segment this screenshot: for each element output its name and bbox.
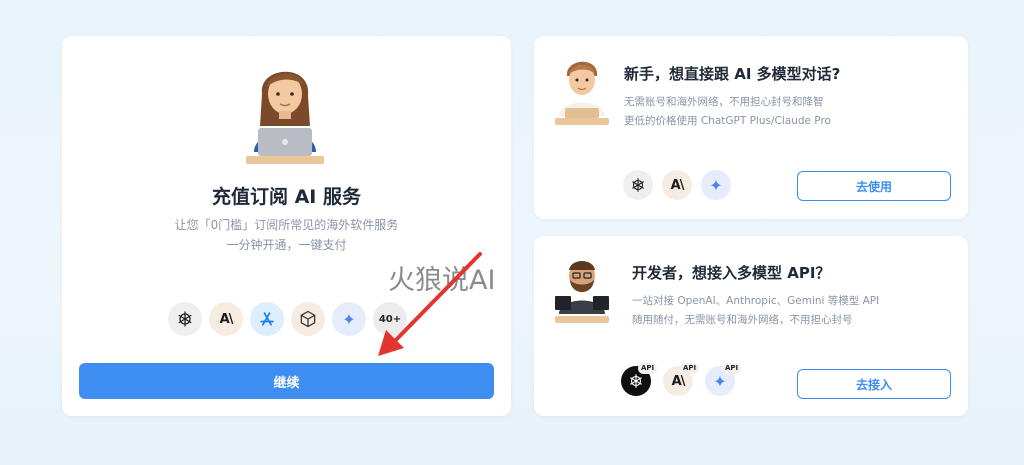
card-title: 新手，想直接跟 AI 多模型对话? <box>624 65 841 83</box>
card-title: 开发者，想接入多模型 API？ <box>632 264 831 282</box>
card-desc-line-1: 一站对接 OpenAI、Anthropic、Gemini 等模型 API <box>632 295 880 307</box>
continue-button[interactable]: 继续 <box>79 363 494 399</box>
woman-laptop-illustration <box>246 71 324 164</box>
go-connect-button[interactable]: 去接入 <box>797 369 951 399</box>
gemini-api-item: ✦ API <box>705 363 742 396</box>
card-desc-line-2: 更低的价格使用 ChatGPT Plus/Claude Pro <box>624 115 831 127</box>
developer-illustration <box>555 261 609 323</box>
anthropic-icon: A\ <box>209 302 243 336</box>
api-badge: API <box>680 363 700 374</box>
subtitle-line-1: 让您「0门槛」订阅所常见的海外软件服务 <box>174 218 399 232</box>
anthropic-icon: A\ <box>662 170 692 200</box>
gemini-sparkle-icon: ✦ <box>701 170 731 200</box>
beginner-chat-card: 新手，想直接跟 AI 多模型对话? 无需账号和海外网络，不用担心封号和降智 更低… <box>534 36 968 219</box>
card-desc-line-1: 无需账号和海外网络，不用担心封号和降智 <box>624 96 824 108</box>
app-store-icon <box>250 302 284 336</box>
card-desc-line-2: 随用随付，无需账号和海外网络，不用担心封号 <box>632 314 853 326</box>
openai-icon <box>168 302 202 336</box>
red-arrow-annotation <box>378 252 482 356</box>
developer-api-card: 开发者，想接入多模型 API？ 一站对接 OpenAI、Anthropic、Ge… <box>534 236 968 416</box>
openai-icon <box>623 170 653 200</box>
anthropic-api-item: A\ API <box>663 363 700 396</box>
man-desk-illustration <box>555 61 609 125</box>
api-badge: API <box>722 363 742 374</box>
page-title: 充值订阅 AI 服务 <box>211 186 361 208</box>
model-icons-row: A\ ✦ <box>623 170 731 200</box>
api-icons-row: API A\ API ✦ API <box>621 363 742 396</box>
go-use-button[interactable]: 去使用 <box>797 171 951 201</box>
openai-api-item: API <box>621 363 658 396</box>
gemini-sparkle-icon: ✦ <box>332 302 366 336</box>
box-3d-icon <box>291 302 325 336</box>
api-badge: API <box>638 363 658 374</box>
